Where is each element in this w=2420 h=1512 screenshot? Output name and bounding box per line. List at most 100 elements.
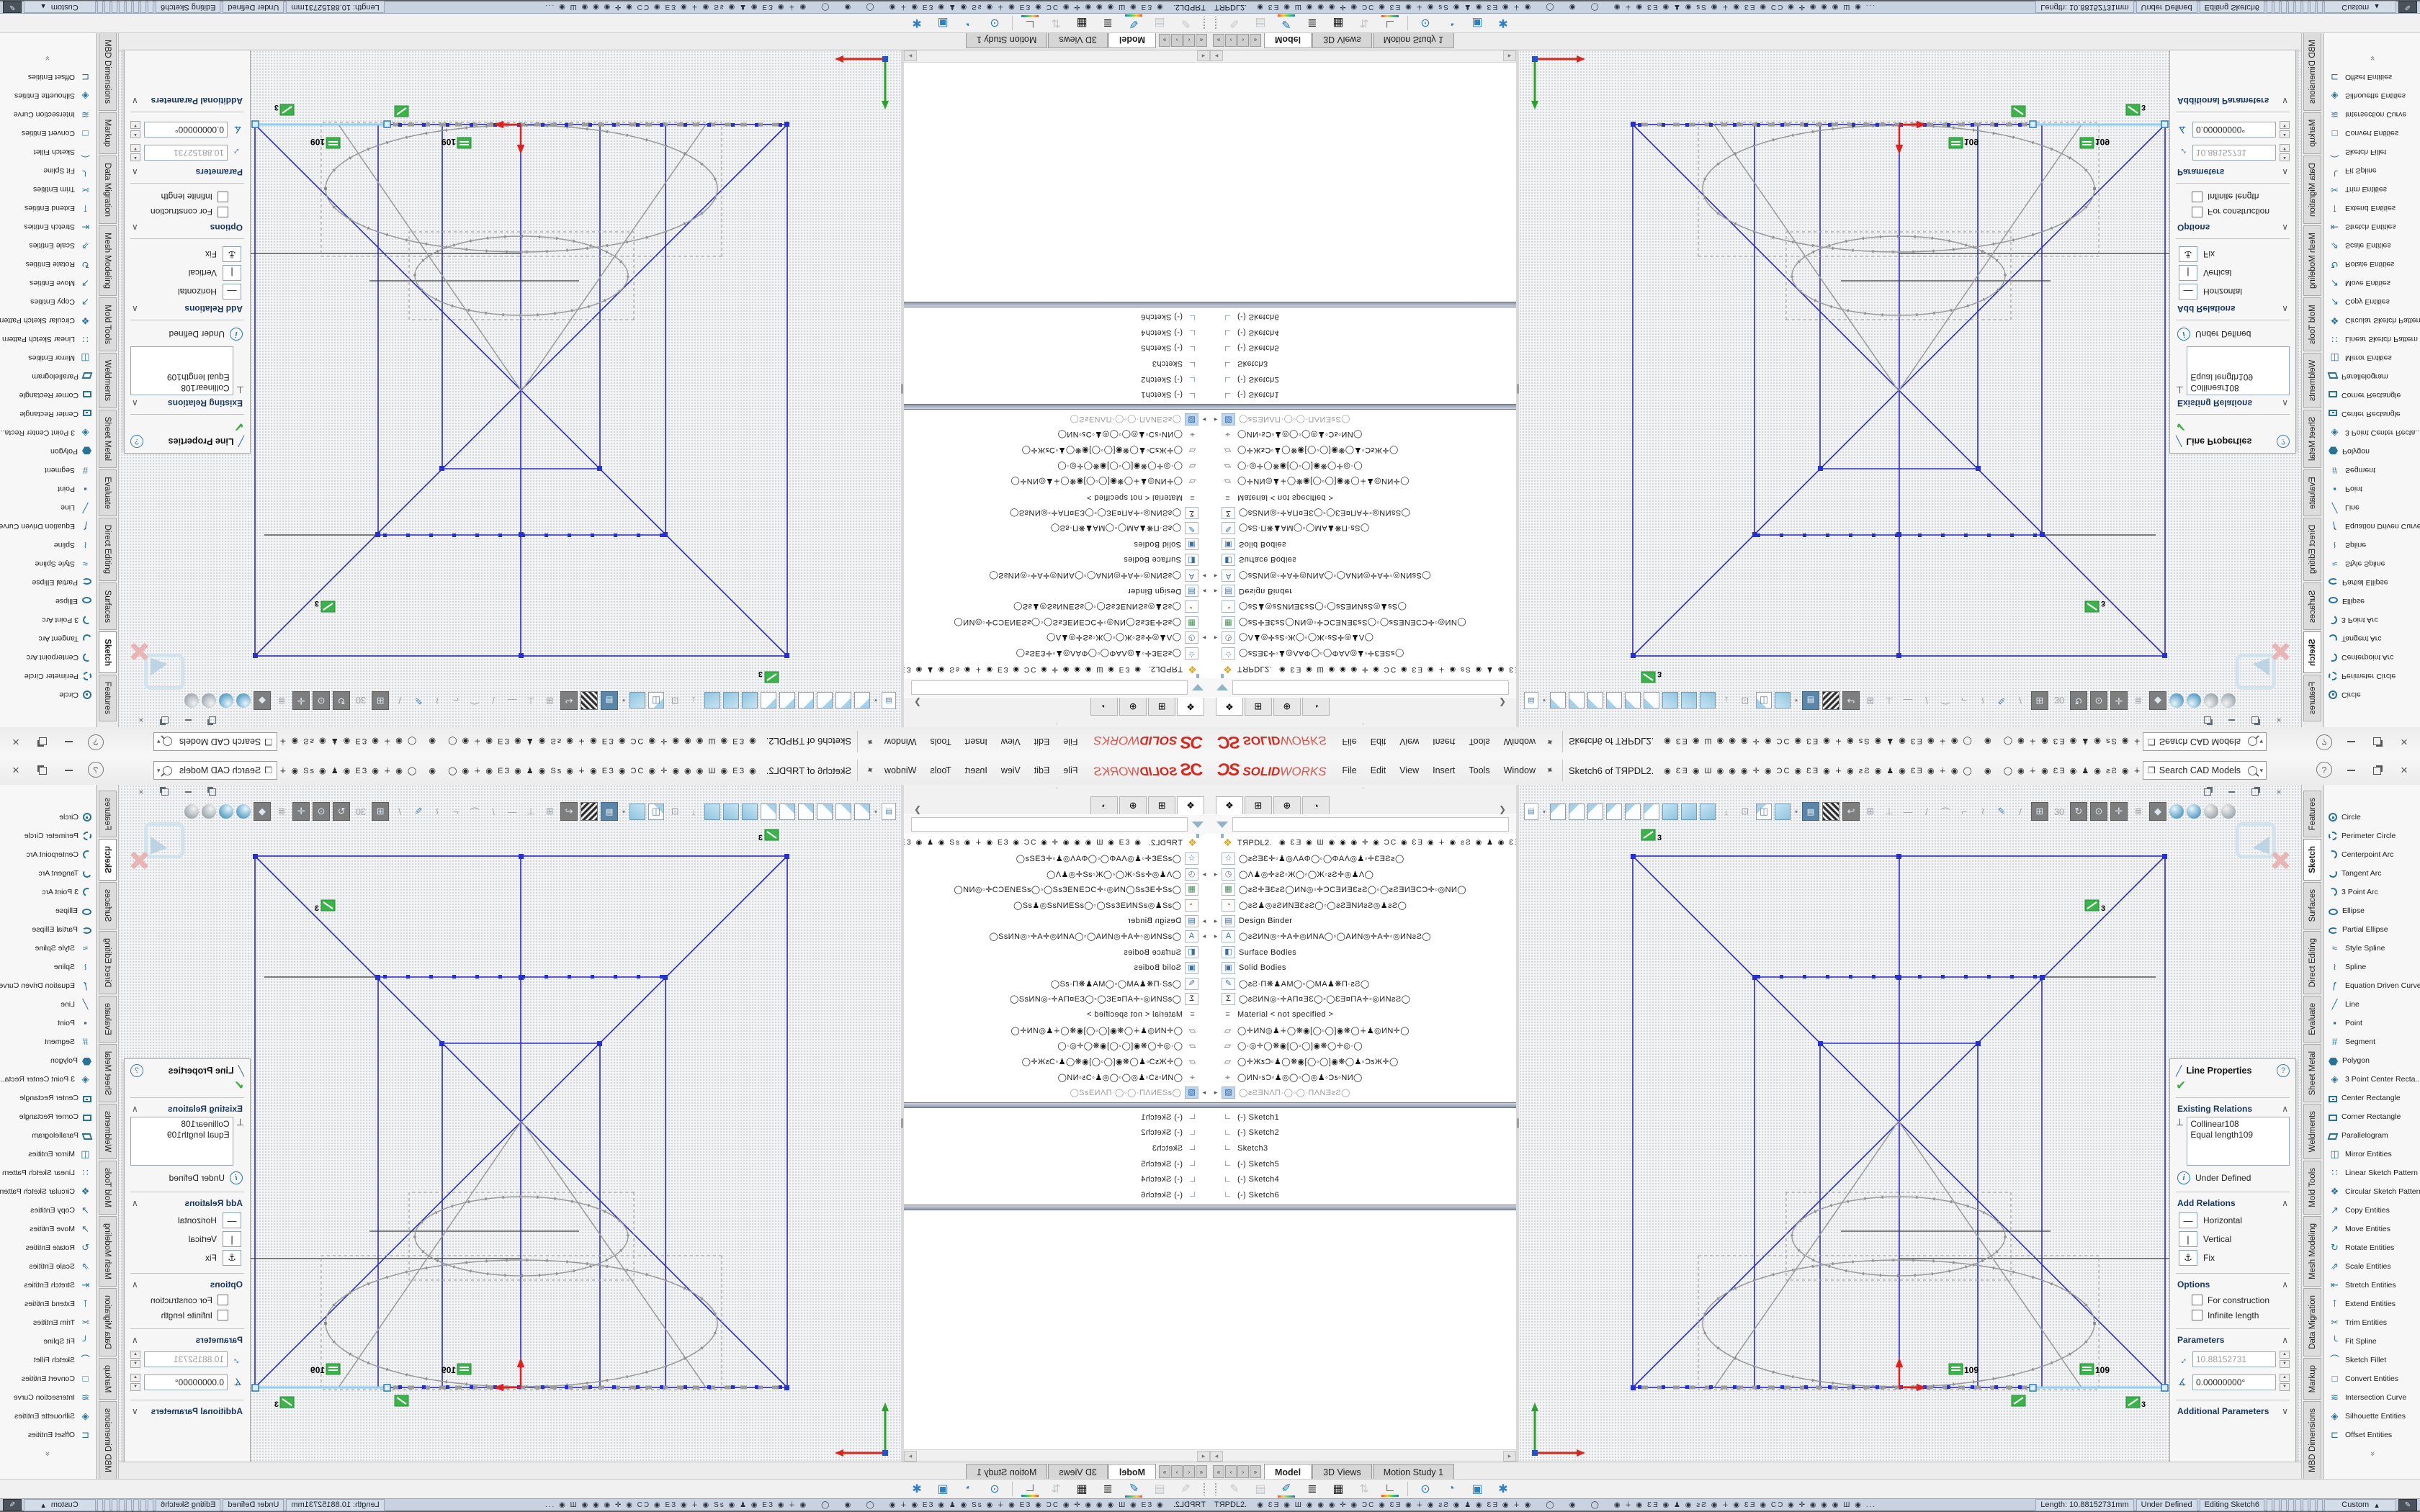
sketch-tool-item[interactable]: ⇤ Stretch Entities bbox=[0, 217, 97, 236]
help-icon[interactable]: ? bbox=[88, 734, 104, 750]
tree-tab[interactable]: ❖ bbox=[1177, 796, 1204, 814]
tree-row[interactable]: ▣ Solid Bodies bbox=[904, 960, 1210, 976]
tree-tab[interactable]: ❖ bbox=[1177, 698, 1204, 716]
section-add-relations[interactable]: Add Relations ∧ bbox=[125, 1194, 250, 1211]
commandmanager-tab[interactable]: Mold Tools bbox=[99, 297, 117, 351]
tree-row[interactable]: ▸ ◷ ◯Λ♟◎✛ƨƧ◦Ж◯◦◯Ж◦ƨƧ✛◎♟Λ◯ bbox=[904, 630, 1210, 646]
search-icon[interactable] bbox=[163, 737, 172, 747]
collapse-icon[interactable]: ∧ bbox=[132, 1104, 138, 1114]
sketch-tool-item[interactable]: ↗ Copy Entities bbox=[2323, 1201, 2420, 1220]
checkbox[interactable] bbox=[2192, 1295, 2202, 1305]
tree-row[interactable]: ▸ ◷ ◯Λ♟◎✛ƨƧ◦Ж◯◦◯Ж◦ƨƧ✛◎♟Λ◯ bbox=[1210, 630, 1516, 646]
sketch-tool-item[interactable]: ↗ Move Entities bbox=[0, 1220, 97, 1238]
commandmanager-tab[interactable]: Direct Editing bbox=[99, 931, 117, 994]
tab-nav-icon[interactable]: ‹ bbox=[1183, 34, 1195, 47]
tree-row[interactable]: ▸ ▨ ◯ƨƧƎNΛΠ·◯◦◯·ΠΛNƎƨƧ◯ bbox=[904, 411, 1210, 427]
collapse-icon[interactable]: ∧ bbox=[132, 222, 138, 233]
bottom-toolbar-icon[interactable]: ✎ bbox=[1226, 16, 1243, 30]
angle-spinner[interactable]: ▲▼ bbox=[2280, 121, 2290, 138]
section-additional-parameters[interactable]: Additional Parameters ∨ bbox=[2170, 1402, 2295, 1419]
bottom-toolbar-icon[interactable]: ✎ bbox=[1226, 1482, 1243, 1496]
commandmanager-tab[interactable]: Mesh Modeling bbox=[99, 225, 117, 296]
section-add-relations[interactable]: Add Relations ∧ bbox=[2170, 301, 2295, 318]
tree-row[interactable]: ▸ ▨ ◯ƨƧƎNΛΠ·◯◦◯·ΠΛNƎƨƧ◯ bbox=[1210, 411, 1516, 427]
commandmanager-tab[interactable]: Weldments bbox=[2303, 353, 2321, 408]
tree-tab[interactable]: ⊞ bbox=[1245, 796, 1272, 814]
help-icon[interactable]: ? bbox=[2316, 762, 2332, 778]
sketch-tool-item[interactable]: ◫ Mirror Entities bbox=[2323, 348, 2420, 367]
tree-row[interactable]: ▣ Solid Bodies bbox=[1210, 536, 1516, 552]
tree-row[interactable]: ✎ ◯ƨƧ·Π❋♟AМ◯◦◯МA♟❋Π·ƨƧ◯ bbox=[1210, 976, 1516, 991]
sketch-tool-item[interactable]: ƒ Equation Driven Curve bbox=[0, 976, 97, 995]
tree-hscrollbar[interactable]: ◂ ▸ bbox=[904, 1449, 1210, 1462]
commandmanager-tab[interactable]: Sheet Metal bbox=[99, 410, 117, 468]
commandmanager-tab[interactable]: Sheet Metal bbox=[2303, 1044, 2321, 1102]
commandmanager-tab[interactable]: MBD Dimensions bbox=[2303, 1401, 2321, 1480]
sketch-tool-item[interactable]: ⊺ Extend Entities bbox=[2323, 199, 2420, 217]
tab-nav-icon[interactable]: » bbox=[1159, 34, 1170, 47]
add-relation-item[interactable]: — Horizontal bbox=[125, 282, 250, 301]
ok-check-icon[interactable]: ✔ bbox=[125, 1079, 250, 1096]
document-tab[interactable]: Motion Study 1 bbox=[1373, 32, 1454, 48]
sketch-tool-item[interactable]: ⇤ Stretch Entities bbox=[2323, 1276, 2420, 1295]
sketch-tool-item[interactable]: ╰ Fit Spline bbox=[2323, 1332, 2420, 1351]
sketch-tool-item[interactable]: 3 Point Arc bbox=[0, 883, 97, 901]
sketch-tool-item[interactable]: Tangent Arc bbox=[2323, 864, 2420, 883]
commandmanager-tab[interactable]: Markup bbox=[99, 1358, 117, 1400]
scroll-right-icon[interactable]: ▸ bbox=[904, 1451, 917, 1462]
commandmanager-tab[interactable]: Mold Tools bbox=[2303, 1161, 2321, 1215]
tree-row[interactable]: ▸ A ◯ƨƧИN◎◦✛A✛◎ИNA◯◦◯AИN◎✛A✛◦◎ИNƨƧ◯ bbox=[904, 567, 1210, 583]
tree-row[interactable]: ∟ (-) Sketch4 bbox=[1210, 1171, 1516, 1187]
expand-arrow-icon[interactable]: ▸ bbox=[1210, 932, 1222, 940]
sketch-tool-item[interactable]: ≈ Style Spline bbox=[2323, 939, 2420, 958]
more-tools-icon[interactable]: « bbox=[2367, 33, 2378, 107]
sketch-tool-item[interactable]: ≀ Spline bbox=[0, 958, 97, 976]
tab-nav-icon[interactable]: › bbox=[1171, 1465, 1183, 1478]
sketch-tool-item[interactable]: Perimeter Circle bbox=[2323, 827, 2420, 845]
search-input[interactable]: ❒ Search CAD Models ▾ bbox=[153, 732, 277, 751]
sketch-tool-item[interactable]: ↻ Rotate Entities bbox=[0, 255, 97, 274]
search-caret-icon[interactable]: ▾ bbox=[157, 767, 161, 775]
bottom-toolbar-icon[interactable]: ⇅ bbox=[1047, 16, 1065, 30]
bottom-toolbar-icon[interactable]: ◔ bbox=[1443, 17, 1460, 30]
sketch-tool-item[interactable]: Corner Rectangle bbox=[2323, 1107, 2420, 1126]
ok-check-icon[interactable]: ✔ bbox=[125, 416, 250, 433]
search-caret-icon[interactable]: ▾ bbox=[2259, 767, 2263, 775]
tab-nav-icon[interactable]: › bbox=[1237, 34, 1249, 47]
ok-check-icon[interactable]: ✔ bbox=[2170, 416, 2295, 433]
scroll-left-icon[interactable]: ◂ bbox=[1210, 51, 1223, 62]
sketch-tool-item[interactable]: ╱ Line bbox=[2323, 498, 2420, 517]
collapse-icon[interactable]: ∧ bbox=[2282, 1335, 2288, 1345]
tree-row[interactable]: ∟ (-) Sketch5 bbox=[1210, 1156, 1516, 1172]
bottom-toolbar-icon[interactable]: ✱ bbox=[1494, 1482, 1512, 1496]
commandmanager-tab[interactable]: Weldments bbox=[99, 353, 117, 408]
angle-spinner[interactable]: ▲▼ bbox=[2280, 1374, 2290, 1391]
menu-item[interactable]: Edit bbox=[1371, 765, 1386, 775]
search-input[interactable]: ❒ Search CAD Models ▾ bbox=[153, 761, 277, 780]
expand-arrow-icon[interactable]: ▸ bbox=[1210, 572, 1222, 580]
collapse-icon[interactable]: ∧ bbox=[132, 167, 138, 177]
sketch-tool-item[interactable]: ◫ Mirror Entities bbox=[0, 1145, 97, 1164]
document-tab[interactable]: Motion Study 1 bbox=[966, 32, 1047, 48]
tree-row[interactable]: ✎ ◯ƨƧ·Π❋♟AМ◯◦◯МA♟❋Π·ƨƧ◯ bbox=[1210, 521, 1516, 536]
commandmanager-tab[interactable]: Direct Editing bbox=[2303, 518, 2321, 581]
tab-nav-icon[interactable]: « bbox=[1213, 1465, 1224, 1478]
tree-row[interactable]: ▱ ◯·◎✛◯❋◉[◯◦◯]◉❋◯✛◎·◯ bbox=[904, 1038, 1210, 1054]
tree-tab[interactable]: ◔ bbox=[1302, 698, 1330, 716]
tree-row[interactable]: ▸ A ◯ƨƧИN◎◦✛A✛◎ИNA◯◦◯AИN◎✛A✛◦◎ИNƨƧ◯ bbox=[1210, 929, 1516, 945]
search-caret-icon[interactable]: ▾ bbox=[157, 738, 161, 746]
collapse-icon[interactable]: ∧ bbox=[2282, 398, 2288, 408]
tree-row[interactable]: ▸ ▨ ◯ƨƧƎNΛΠ·◯◦◯·ΠΛNƎƨƧ◯ bbox=[1210, 1085, 1516, 1101]
sketch-tool-item[interactable]: Polygon bbox=[0, 442, 97, 461]
bottom-toolbar-icon[interactable]: ✱ bbox=[1494, 16, 1512, 30]
bottom-toolbar-icon[interactable]: ▦ bbox=[1330, 16, 1347, 30]
tree-filter-input[interactable] bbox=[1232, 817, 1509, 832]
tree-row[interactable]: ▱ ◯✛ЖƽƆ◦♟◯❋◉[◯◦◯]◉❋◯♟◦ƆƽЖ✛◯ bbox=[1210, 1054, 1516, 1070]
sketch-tool-item[interactable]: ⇗ Scale Entities bbox=[2323, 1257, 2420, 1276]
sketch-tool-item[interactable]: ↻ Rotate Entities bbox=[2323, 1238, 2420, 1257]
search-icon[interactable] bbox=[163, 766, 172, 775]
commandmanager-tab[interactable]: Features bbox=[99, 791, 117, 837]
tree-root-row[interactable]: ❖ TЯPDL2. ◉ ƐƎ ◉ Ш ◉ ◉ ◉ ✛ ◉ ƆC ◉ ƐƎ ◉ ∔… bbox=[1210, 661, 1516, 677]
sketch-tool-item[interactable]: ≋ Intersection Curve bbox=[0, 1388, 97, 1407]
add-relation-item[interactable]: ⚓ Fix bbox=[2170, 245, 2295, 264]
